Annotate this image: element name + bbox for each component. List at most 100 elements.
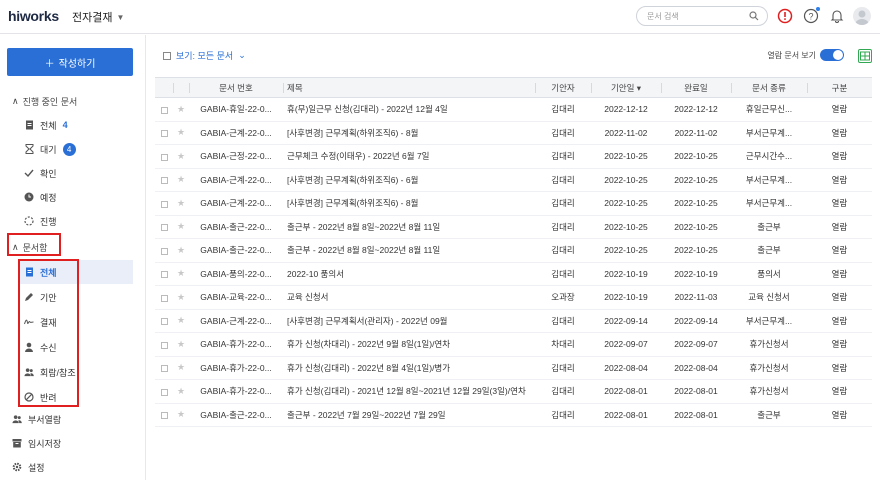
- star-icon[interactable]: ★: [177, 151, 185, 161]
- star-icon[interactable]: ★: [177, 386, 185, 396]
- row-checkbox[interactable]: [160, 177, 168, 184]
- column-header[interactable]: 완료일: [661, 77, 731, 98]
- column-header[interactable]: 구분: [807, 77, 872, 98]
- sidebar-item-dept-view[interactable]: 부서열람: [12, 412, 61, 426]
- doc-title-link[interactable]: 출근부 - 2022년 8월 8일~2022년 8월 11일: [283, 238, 535, 263]
- star-icon[interactable]: ★: [177, 339, 185, 349]
- sidebar-item-progress[interactable]: 진행: [24, 214, 57, 228]
- spreadsheet-icon: [860, 51, 870, 61]
- notification-dot: [816, 7, 820, 11]
- star-icon[interactable]: ★: [177, 409, 185, 419]
- row-checkbox[interactable]: [160, 388, 168, 396]
- write-button[interactable]: ＋ 작성하기: [7, 48, 133, 76]
- star-icon[interactable]: ★: [177, 268, 185, 278]
- sidebar-item-settings[interactable]: 설정: [12, 460, 45, 474]
- row-checkbox[interactable]: [160, 200, 168, 208]
- search-input[interactable]: 문서 검색: [636, 6, 768, 26]
- alert-icon[interactable]: [776, 7, 794, 25]
- bell-icon[interactable]: [828, 7, 846, 25]
- doc-type: 휴가신청서: [731, 356, 807, 380]
- app-menu[interactable]: 전자결재 ▼: [72, 9, 124, 25]
- list-checkbox[interactable]: [163, 51, 171, 60]
- doc-number: GABIA-휴가-22-0...: [189, 332, 283, 357]
- document-table: 문서 번호 제목 기안자 기안일 ▾ 완료일 문서 종류 구분 ★ GABIA-휴…: [155, 77, 872, 427]
- star-icon[interactable]: ★: [177, 292, 185, 302]
- doc-title-link[interactable]: 교육 신청서: [283, 285, 535, 310]
- star-icon[interactable]: ★: [177, 174, 185, 184]
- doc-title-link[interactable]: 근무체크 수정(이태우) - 2022년 6월 7일: [283, 144, 535, 169]
- doc-title-link[interactable]: [사후변경] 근무계획(하위조직6) - 8월: [283, 191, 535, 216]
- doc-title-link[interactable]: [사후변경] 근무계획(하위조직6) - 8월: [283, 121, 535, 145]
- star-icon[interactable]: ★: [177, 315, 185, 325]
- doc-type: 출근부: [731, 403, 807, 427]
- table-row[interactable]: ★ GABIA-근계-22-0... [사후변경] 근무계획서(관리자) - 202…: [155, 309, 872, 333]
- view-filter-dropdown[interactable]: 보기: 모든 문서 ⌄: [163, 49, 246, 62]
- avatar[interactable]: [853, 7, 871, 25]
- star-icon[interactable]: ★: [177, 104, 185, 114]
- row-checkbox[interactable]: [160, 130, 168, 137]
- doc-done-date: 2022-08-01: [661, 403, 731, 427]
- row-checkbox[interactable]: [160, 106, 168, 114]
- table-row[interactable]: ★ GABIA-근계-22-0... [사후변경] 근무계획(하위조직6) - 8월…: [155, 191, 872, 216]
- doc-title-link[interactable]: [사후변경] 근무계획(하위조직6) - 6월: [283, 168, 535, 192]
- table-row[interactable]: ★ GABIA-근계-22-0... [사후변경] 근무계획(하위조직6) - 6월…: [155, 168, 872, 192]
- highlight-box-archive: [7, 233, 61, 256]
- help-icon[interactable]: ?: [802, 7, 820, 25]
- row-checkbox[interactable]: [160, 318, 168, 325]
- doc-title-link[interactable]: 휴가 신청(차대리) - 2022년 9월 8일(1일)/연차: [283, 332, 535, 357]
- doc-title-link[interactable]: 2022-10 품의서: [283, 262, 535, 286]
- doc-title-link[interactable]: 휴(무)일근무 신청(김대리) - 2022년 12월 4일: [283, 97, 535, 122]
- column-header[interactable]: 문서 번호: [189, 77, 283, 98]
- doc-title-link[interactable]: 휴가 신청(김대리) - 2021년 12월 8일~2021년 12월 29일(…: [283, 379, 535, 404]
- star-icon[interactable]: ★: [177, 362, 185, 372]
- column-header-sorted[interactable]: 기안일 ▾: [591, 77, 661, 98]
- table-row[interactable]: ★ GABIA-근계-22-0... [사후변경] 근무계획(하위조직6) - 8월…: [155, 121, 872, 145]
- sidebar-item-scheduled[interactable]: 예정: [24, 190, 57, 204]
- logo[interactable]: hiworks: [8, 8, 59, 24]
- search-icon[interactable]: [749, 11, 759, 21]
- row-checkbox[interactable]: [160, 224, 168, 231]
- table-row[interactable]: ★ GABIA-품의-22-0... 2022-10 품의서 김대리 2022-10-1…: [155, 262, 872, 286]
- table-row[interactable]: ★ GABIA-출근-22-0... 출근부 - 2022년 7월 29일~2022…: [155, 403, 872, 427]
- doc-title-link[interactable]: 출근부 - 2022년 8월 8일~2022년 8월 11일: [283, 215, 535, 239]
- row-checkbox[interactable]: [160, 153, 168, 161]
- sidebar-item-drafts-saved[interactable]: 임시저장: [12, 436, 61, 450]
- table-row[interactable]: ★ GABIA-휴가-22-0... 휴가 신청(차대리) - 2022년 9월 8…: [155, 332, 872, 357]
- star-icon[interactable]: ★: [177, 198, 185, 208]
- column-header[interactable]: 문서 종류: [731, 77, 807, 98]
- in-progress-header[interactable]: ∧ 진행 중인 문서: [12, 95, 77, 108]
- doc-draft-date: 2022-10-25: [591, 191, 661, 216]
- star-icon[interactable]: ★: [177, 221, 185, 231]
- excel-export-button[interactable]: [858, 49, 872, 63]
- spinner-icon: [24, 216, 34, 226]
- doc-status: 열람: [807, 144, 872, 169]
- row-checkbox[interactable]: [160, 365, 168, 372]
- read-docs-toggle[interactable]: 열람 문서 보기: [767, 49, 844, 61]
- doc-number: GABIA-휴일-22-0...: [189, 97, 283, 122]
- row-checkbox[interactable]: [160, 271, 168, 278]
- doc-author: 김대리: [535, 403, 591, 427]
- row-checkbox[interactable]: [160, 412, 168, 419]
- row-checkbox[interactable]: [160, 341, 168, 349]
- doc-title-link[interactable]: [사후변경] 근무계획서(관리자) - 2022년 09월: [283, 309, 535, 333]
- toggle-switch[interactable]: [820, 49, 844, 61]
- table-row[interactable]: ★ GABIA-출근-22-0... 출근부 - 2022년 8월 8일~2022년…: [155, 215, 872, 239]
- table-row[interactable]: ★ GABIA-교육-22-0... 교육 신청서 오과장 2022-10-19 2022…: [155, 285, 872, 310]
- row-checkbox-cell: [155, 309, 173, 333]
- star-icon[interactable]: ★: [177, 127, 185, 137]
- table-row[interactable]: ★ GABIA-휴가-22-0... 휴가 신청(김대리) - 2021년 12월 …: [155, 379, 872, 404]
- row-checkbox[interactable]: [160, 294, 168, 302]
- table-row[interactable]: ★ GABIA-휴가-22-0... 휴가 신청(김대리) - 2022년 8월 4…: [155, 356, 872, 380]
- star-icon[interactable]: ★: [177, 245, 185, 255]
- table-row[interactable]: ★ GABIA-근정-22-0... 근무체크 수정(이태우) - 2022년 6월…: [155, 144, 872, 169]
- sidebar-item-all[interactable]: 전체 4: [24, 118, 68, 132]
- column-header[interactable]: 제목: [283, 77, 535, 98]
- sidebar-item-confirm[interactable]: 확인: [24, 166, 57, 180]
- doc-title-link[interactable]: 휴가 신청(김대리) - 2022년 8월 4일(1일)/병가: [283, 356, 535, 380]
- column-header[interactable]: 기안자: [535, 77, 591, 98]
- table-row[interactable]: ★ GABIA-출근-22-0... 출근부 - 2022년 8월 8일~2022년…: [155, 238, 872, 263]
- doc-title-link[interactable]: 출근부 - 2022년 7월 29일~2022년 7월 29일: [283, 403, 535, 427]
- table-row[interactable]: ★ GABIA-휴일-22-0... 휴(무)일근무 신청(김대리) - 2022년…: [155, 97, 872, 122]
- row-checkbox[interactable]: [160, 247, 168, 255]
- sidebar-item-waiting[interactable]: 대기 4: [24, 142, 76, 156]
